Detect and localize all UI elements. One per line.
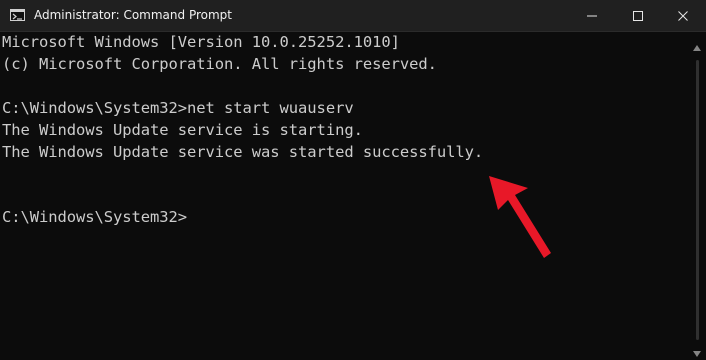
terminal-command-line: C:\Windows\System32>net start wuauserv — [2, 99, 354, 117]
maximize-button[interactable] — [615, 0, 661, 31]
chevron-up-icon[interactable] — [693, 45, 701, 51]
close-icon — [678, 10, 688, 21]
command-prompt-window: Administrator: Command Prompt Microsoft … — [0, 0, 706, 360]
scrollbar-thumb[interactable] — [696, 60, 699, 340]
minimize-icon — [587, 15, 597, 16]
close-button[interactable] — [660, 0, 706, 31]
terminal-version-line: Microsoft Windows [Version 10.0.25252.10… — [2, 33, 400, 51]
terminal-status-starting-line: The Windows Update service is starting. — [2, 121, 363, 139]
vertical-scrollbar[interactable] — [689, 32, 706, 360]
terminal-output[interactable]: Microsoft Windows [Version 10.0.25252.10… — [0, 32, 687, 360]
red-arrow-icon — [489, 176, 551, 258]
chevron-down-icon[interactable] — [693, 351, 701, 357]
maximize-icon — [633, 10, 643, 21]
title-bar[interactable]: Administrator: Command Prompt — [0, 0, 706, 32]
terminal-copyright-line: (c) Microsoft Corporation. All rights re… — [2, 55, 437, 73]
window-title: Administrator: Command Prompt — [34, 8, 232, 22]
terminal-status-success-line: The Windows Update service was started s… — [2, 143, 484, 161]
command-prompt-icon — [10, 9, 25, 21]
minimize-button[interactable] — [569, 0, 615, 31]
terminal-prompt-line: C:\Windows\System32> — [2, 208, 188, 226]
